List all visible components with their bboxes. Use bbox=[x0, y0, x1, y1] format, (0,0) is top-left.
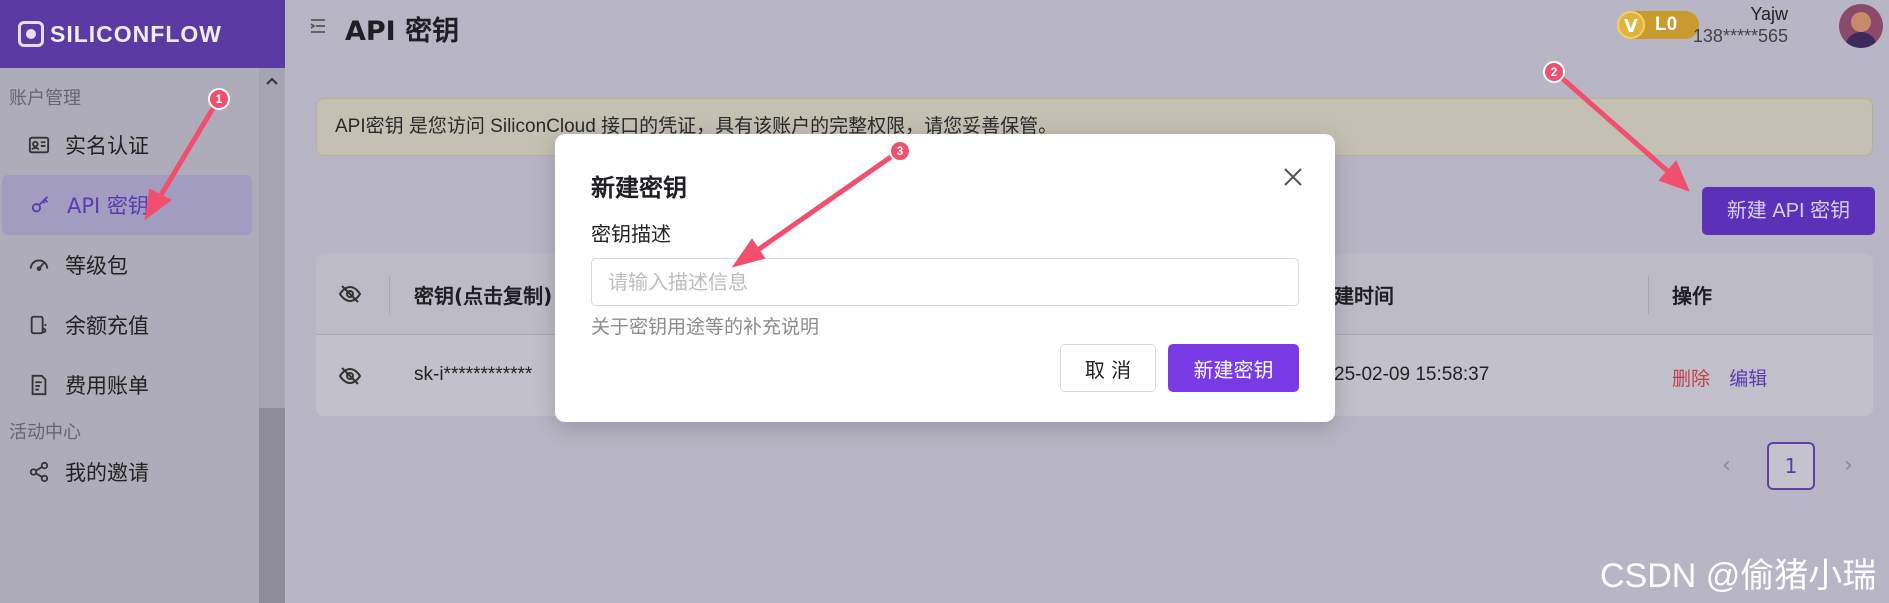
page-title: API 密钥 bbox=[345, 16, 460, 47]
row-actions: 删除 编辑 bbox=[1672, 364, 1767, 391]
level-label: L0 bbox=[1655, 14, 1678, 35]
wallet-icon bbox=[27, 313, 51, 337]
create-api-key-button[interactable]: 新建 API 密钥 bbox=[1702, 187, 1875, 235]
sidebar-item-label: 余额充值 bbox=[65, 314, 149, 338]
column-header-actions: 操作 bbox=[1672, 284, 1712, 308]
logo-icon bbox=[18, 21, 44, 47]
confirm-create-button[interactable]: 新建密钥 bbox=[1168, 344, 1299, 392]
brand-name: SILICONFLOW bbox=[50, 20, 222, 47]
column-separator bbox=[389, 276, 390, 314]
annotation-badge-3: 3 bbox=[889, 140, 911, 162]
sidebar-item-invitations[interactable]: 我的邀请 bbox=[0, 442, 252, 502]
sidebar-item-label: API 密钥 bbox=[67, 194, 149, 218]
pagination-next[interactable]: › bbox=[1844, 453, 1853, 478]
description-label: 密钥描述 bbox=[591, 222, 671, 246]
sidebar-nav: 账户管理 实名认证 API 密钥 等级包 余额充值 费用账单 活动中心 我的邀请 bbox=[0, 68, 259, 603]
api-key-created: 25-02-09 15:58:37 bbox=[1334, 364, 1490, 385]
eye-off-icon[interactable] bbox=[338, 364, 362, 388]
user-name: Yajw bbox=[1750, 4, 1788, 24]
create-key-dialog: 新建密钥 密钥描述 关于密钥用途等的补充说明 取 消 新建密钥 bbox=[555, 134, 1335, 422]
sidebar-item-recharge[interactable]: 余额充值 bbox=[0, 295, 252, 355]
eye-off-icon[interactable] bbox=[338, 282, 362, 306]
description-input[interactable] bbox=[591, 258, 1299, 306]
pagination-page[interactable]: 1 bbox=[1767, 442, 1815, 490]
annotation-badge-1: 1 bbox=[208, 88, 230, 110]
sidebar-item-verification[interactable]: 实名认证 bbox=[0, 115, 252, 175]
pagination-prev[interactable]: ‹ bbox=[1722, 453, 1731, 478]
nav-group-account: 账户管理 bbox=[9, 88, 81, 109]
edit-link[interactable]: 编辑 bbox=[1729, 369, 1767, 390]
sidebar-item-label: 实名认证 bbox=[65, 134, 149, 158]
cancel-button[interactable]: 取 消 bbox=[1060, 344, 1156, 392]
bill-icon bbox=[27, 373, 51, 397]
scrollbar-thumb[interactable] bbox=[259, 408, 285, 603]
id-card-icon bbox=[27, 133, 51, 157]
column-header-created: 建时间 bbox=[1334, 284, 1394, 308]
sidebar-item-api-keys[interactable]: API 密钥 bbox=[2, 175, 252, 235]
menu-collapse-icon[interactable] bbox=[308, 16, 328, 36]
sidebar: SILICONFLOW 账户管理 实名认证 API 密钥 等级包 余额充值 费用… bbox=[0, 0, 285, 603]
nav-group-activity: 活动中心 bbox=[9, 422, 81, 443]
column-header-key: 密钥(点击复制) bbox=[414, 284, 553, 308]
key-icon bbox=[29, 193, 53, 217]
avatar[interactable] bbox=[1839, 4, 1883, 48]
logo[interactable]: SILICONFLOW bbox=[0, 0, 285, 68]
gauge-icon bbox=[27, 253, 51, 277]
user-phone: 138*****565 bbox=[1692, 26, 1788, 46]
chevron-up-icon[interactable] bbox=[265, 74, 279, 88]
description-help: 关于密钥用途等的补充说明 bbox=[591, 316, 820, 338]
vip-icon: V bbox=[1617, 11, 1645, 39]
watermark: CSDN @偷猪小瑞 bbox=[1600, 557, 1877, 595]
annotation-badge-2: 2 bbox=[1543, 61, 1565, 83]
share-icon bbox=[27, 460, 51, 484]
annotation-arrowhead-2 bbox=[1658, 160, 1690, 192]
api-key-value[interactable]: sk-i************ bbox=[414, 364, 532, 386]
sidebar-item-billing[interactable]: 费用账单 bbox=[0, 355, 252, 415]
sidebar-item-level-package[interactable]: 等级包 bbox=[0, 235, 252, 295]
sidebar-item-label: 我的邀请 bbox=[65, 461, 149, 485]
sidebar-item-label: 费用账单 bbox=[65, 374, 149, 398]
close-icon[interactable] bbox=[1278, 162, 1308, 192]
level-badge[interactable]: V L0 bbox=[1617, 11, 1699, 39]
dialog-title: 新建密钥 bbox=[591, 174, 687, 202]
delete-link[interactable]: 删除 bbox=[1672, 369, 1710, 390]
sidebar-scrollbar[interactable] bbox=[259, 68, 285, 603]
sidebar-item-label: 等级包 bbox=[65, 254, 128, 278]
column-separator bbox=[1648, 276, 1649, 314]
